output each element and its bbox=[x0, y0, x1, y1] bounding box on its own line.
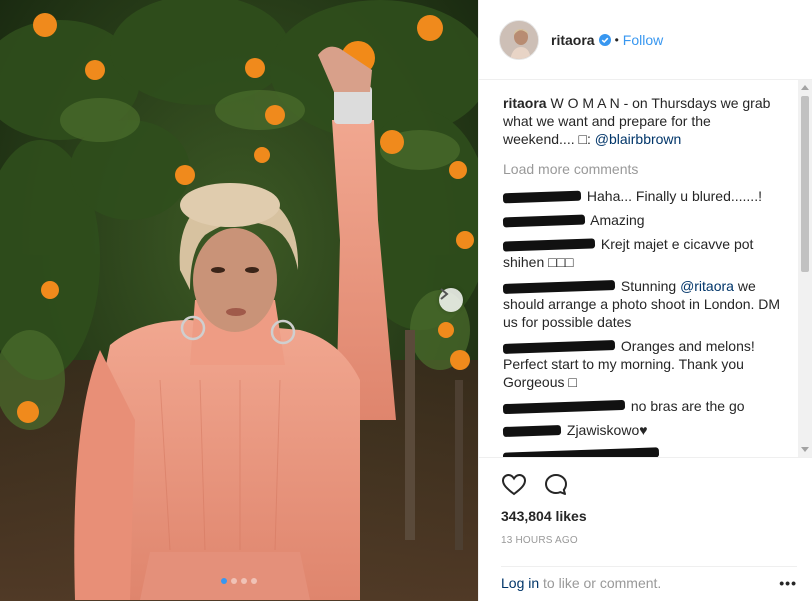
carousel-dot bbox=[241, 578, 247, 584]
comment-text: Stunning bbox=[620, 278, 681, 294]
comment-text: Haha... Finally u blured.......! bbox=[586, 188, 762, 204]
post-actions: 343,804 likes 13 HOURS AGO Log in to lik… bbox=[479, 457, 812, 597]
redacted-username bbox=[502, 190, 582, 204]
comment-icon[interactable] bbox=[543, 472, 569, 498]
comment-item bbox=[502, 445, 783, 457]
scroll-down-arrow[interactable] bbox=[801, 447, 809, 452]
redacted-username bbox=[502, 400, 626, 415]
comments-list[interactable]: ritaora W O M A N - on Thursdays we grab… bbox=[479, 80, 812, 457]
photo-illustration bbox=[0, 0, 478, 601]
login-prompt-text: to like or comment. bbox=[539, 575, 662, 591]
avatar[interactable] bbox=[499, 19, 539, 60]
heart-icon[interactable] bbox=[501, 472, 527, 498]
action-icons bbox=[501, 466, 791, 504]
load-more-comments-button[interactable]: Load more comments bbox=[503, 160, 783, 178]
separator-dot: • bbox=[614, 32, 619, 47]
comment-text: Zjawiskowo♥ bbox=[566, 422, 648, 438]
redacted-username bbox=[502, 238, 596, 252]
carousel-dot bbox=[221, 578, 227, 584]
post-header: ritaora • Follow bbox=[479, 0, 812, 80]
post-timestamp[interactable]: 13 HOURS AGO bbox=[501, 535, 791, 546]
comment-mention[interactable]: @ritaora bbox=[680, 278, 734, 294]
comment-item: Krejt majet e cicavve pot shihen □□□ bbox=[502, 235, 783, 271]
caption-mention[interactable]: @blairbbrown bbox=[595, 131, 682, 147]
comment-text: no bras are the go bbox=[630, 398, 745, 414]
post-panel: ritaora • Follow ritaora W O M A N - on … bbox=[478, 0, 812, 601]
caption-username[interactable]: ritaora bbox=[503, 95, 547, 111]
comment-item: Oranges and melons! Perfect start to my … bbox=[502, 337, 783, 391]
follow-button[interactable]: Follow bbox=[623, 32, 663, 48]
redacted-username bbox=[502, 214, 586, 228]
comment-item: Haha... Finally u blured.......! bbox=[502, 187, 783, 205]
like-count[interactable]: 343,804 likes bbox=[501, 508, 791, 524]
comment-item: Amazing bbox=[502, 211, 783, 229]
redacted-comment bbox=[502, 447, 660, 457]
carousel-dot bbox=[231, 578, 237, 584]
username-link[interactable]: ritaora bbox=[551, 32, 595, 48]
redacted-username bbox=[502, 280, 616, 295]
comment-item: Stunning @ritaora we should arrange a ph… bbox=[502, 277, 783, 331]
login-link[interactable]: Log in bbox=[501, 575, 539, 591]
redacted-username bbox=[502, 425, 562, 438]
more-options-button[interactable]: ••• bbox=[779, 575, 797, 591]
carousel-dot bbox=[251, 578, 257, 584]
scrollbar-thumb[interactable] bbox=[801, 96, 809, 272]
post-caption: ritaora W O M A N - on Thursdays we grab… bbox=[503, 94, 783, 148]
carousel-indicator bbox=[0, 578, 478, 584]
chevron-right-icon bbox=[440, 288, 449, 300]
avatar-image bbox=[500, 20, 538, 59]
carousel-next-button[interactable] bbox=[439, 288, 463, 312]
comment-text: Amazing bbox=[590, 212, 645, 228]
redacted-username bbox=[502, 340, 616, 355]
login-bar: Log in to like or comment. ••• bbox=[501, 566, 797, 591]
login-prompt: Log in to like or comment. bbox=[501, 575, 661, 591]
verified-badge-icon bbox=[598, 33, 611, 46]
comment-item: no bras are the go bbox=[502, 397, 783, 415]
instagram-post: ritaora • Follow ritaora W O M A N - on … bbox=[0, 0, 812, 601]
comment-item: Zjawiskowo♥ bbox=[502, 421, 783, 439]
post-photo[interactable] bbox=[0, 0, 478, 601]
scroll-up-arrow[interactable] bbox=[801, 85, 809, 90]
comments-scrollbar[interactable] bbox=[798, 80, 812, 457]
